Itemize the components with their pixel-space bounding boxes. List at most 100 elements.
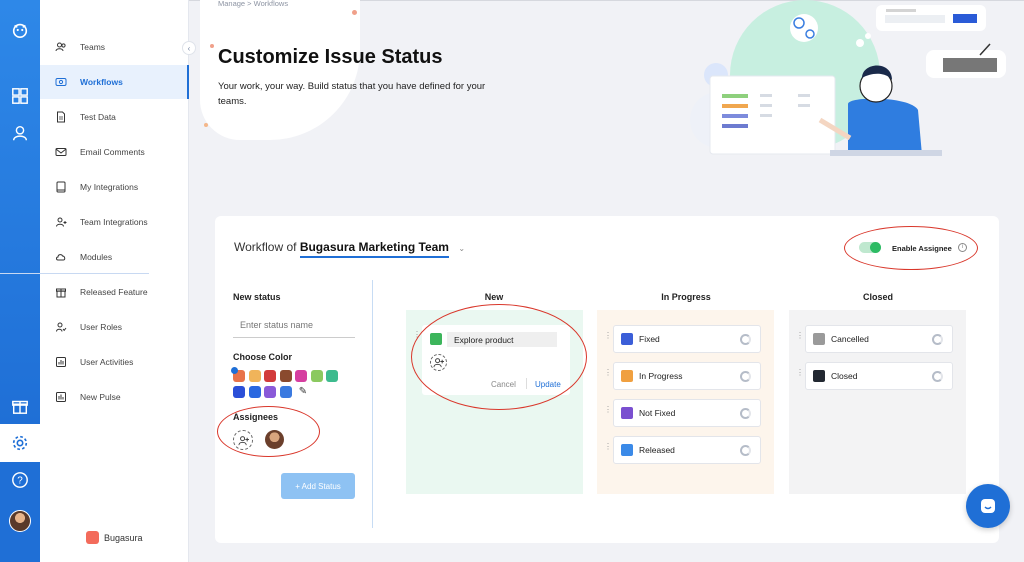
drag-handle-icon[interactable]: ⋮⋮ <box>604 369 619 381</box>
sidebar-item-label: Teams <box>80 42 106 52</box>
sidebar-item-label: Test Data <box>80 112 116 122</box>
document-icon <box>54 110 68 124</box>
decor-dot <box>210 44 214 48</box>
sidebar-item-new-pulse[interactable]: New Pulse <box>40 380 189 414</box>
status-card-in-progress[interactable]: In Progress <box>613 362 761 390</box>
chat-icon <box>981 499 995 513</box>
sidebar-item-user-roles[interactable]: User Roles <box>40 310 189 344</box>
assignee-settings-icon[interactable] <box>740 445 751 456</box>
chat-support-button[interactable] <box>966 484 1010 528</box>
sidebar-item-label: Modules <box>80 252 113 262</box>
status-label: Released <box>639 445 675 455</box>
pulse-icon <box>54 390 68 404</box>
assignee-settings-icon[interactable] <box>932 371 943 382</box>
page-title: Customize Issue Status <box>218 46 443 68</box>
color-swatch[interactable] <box>326 370 338 382</box>
annotation-oval-edit-card <box>411 304 587 410</box>
chart-icon <box>54 355 68 369</box>
status-label: Not Fixed <box>639 408 676 418</box>
status-name-input[interactable] <box>233 312 355 338</box>
status-label: Fixed <box>639 334 660 344</box>
color-swatch[interactable] <box>279 386 292 398</box>
color-swatch[interactable] <box>233 386 245 398</box>
status-color <box>621 370 633 382</box>
decor-dot <box>352 10 357 15</box>
sidebar-item-modules[interactable]: Modules <box>40 240 189 274</box>
icon-rail-top <box>0 0 40 424</box>
status-card-fixed[interactable]: Fixed <box>613 325 761 353</box>
status-color <box>621 407 633 419</box>
status-label: In Progress <box>639 371 683 381</box>
sidebar-item-released-feature[interactable]: Released Feature <box>40 275 189 309</box>
color-swatch[interactable] <box>264 370 276 382</box>
sidebar-item-label: Team Integrations <box>80 217 148 227</box>
sidebar-item-my-integrations[interactable]: My Integrations <box>40 170 189 204</box>
settings-gear-icon[interactable] <box>10 433 30 453</box>
help-icon[interactable]: ? <box>10 470 30 490</box>
assignee-settings-icon[interactable] <box>932 334 943 345</box>
sidebar-item-email-comments[interactable]: Email Comments <box>40 135 189 169</box>
sidebar-item-label: User Roles <box>80 322 123 332</box>
gift-icon[interactable] <box>10 396 30 416</box>
color-swatch[interactable] <box>310 370 323 382</box>
sidebar-item-workflows[interactable]: Workflows <box>40 65 189 99</box>
dashboard-icon[interactable] <box>10 86 30 106</box>
drag-handle-icon[interactable]: ⋮⋮ <box>796 369 811 381</box>
status-card-closed[interactable]: Closed <box>805 362 953 390</box>
sidebar-brand: Bugasura <box>86 531 143 544</box>
status-label: Closed <box>831 371 858 381</box>
status-card-not-fixed[interactable]: Not Fixed <box>613 399 761 427</box>
drag-handle-icon[interactable]: ⋮⋮ <box>604 406 619 418</box>
status-card-cancelled[interactable]: Cancelled <box>805 325 953 353</box>
header-blob <box>200 0 360 140</box>
mail-icon <box>54 145 68 159</box>
assignee-settings-icon[interactable] <box>740 408 751 419</box>
workflow-team-name[interactable]: Bugasura Marketing Team <box>299 240 449 258</box>
column-title-in-progress: In Progress <box>661 292 711 302</box>
assignee-settings-icon[interactable] <box>740 334 751 345</box>
sidebar-item-label: Email Comments <box>80 147 145 157</box>
column-title-closed: Closed <box>862 292 893 302</box>
brand-name: Bugasura <box>104 532 143 543</box>
selected-color-check-icon <box>231 367 238 374</box>
breadcrumb[interactable]: Manage > Workflows <box>218 0 288 8</box>
color-swatch[interactable] <box>248 386 261 398</box>
user-role-icon <box>54 320 68 334</box>
users-icon <box>54 40 68 54</box>
color-swatch[interactable] <box>264 386 276 398</box>
user-icon[interactable] <box>10 123 30 143</box>
sidebar-item-teams[interactable]: Teams <box>40 30 189 64</box>
sidebar-item-label: My Integrations <box>80 182 139 192</box>
decor-dot <box>204 123 208 127</box>
status-card-released[interactable]: Released <box>613 436 761 464</box>
workflow-team-selector[interactable]: Workflow of Bugasura Marketing Team ⌄ <box>234 240 465 258</box>
add-status-button[interactable]: + Add Status <box>281 473 355 499</box>
drag-handle-icon[interactable]: ⋮⋮ <box>796 332 811 344</box>
profile-avatar[interactable] <box>9 510 31 532</box>
workflow-icon <box>54 75 68 89</box>
collapse-sidebar-chevron-icon[interactable]: ‹ <box>182 41 196 55</box>
status-color <box>813 370 825 382</box>
sidebar-item-label: Released Feature <box>80 287 148 297</box>
form-divider <box>372 280 373 528</box>
svg-text:?: ? <box>17 476 23 487</box>
sidebar-item-label: Workflows <box>80 77 123 87</box>
drag-handle-icon[interactable]: ⋮⋮ <box>604 332 619 344</box>
gift-icon <box>54 285 68 299</box>
column-title-new: New <box>484 292 504 302</box>
assignee-settings-icon[interactable] <box>740 371 751 382</box>
color-picker-icon[interactable]: ✎ <box>297 386 309 398</box>
sidebar-item-test-data[interactable]: Test Data <box>40 100 189 134</box>
drag-handle-icon[interactable]: ⋮⋮ <box>604 443 619 455</box>
bugasura-logo-icon[interactable] <box>10 20 30 40</box>
page-subtitle: Your work, your way. Build status that y… <box>218 81 486 107</box>
sidebar-item-label: New Pulse <box>80 392 121 402</box>
book-icon <box>54 180 68 194</box>
chevron-down-icon[interactable]: ⌄ <box>458 244 465 253</box>
color-swatch[interactable] <box>295 370 307 382</box>
sidebar-item-team-integrations[interactable]: Team Integrations <box>40 205 189 239</box>
color-swatch[interactable] <box>279 370 292 382</box>
annotation-oval-enable-assignee <box>844 226 978 270</box>
sidebar-item-user-activities[interactable]: User Activities <box>40 345 189 379</box>
color-swatch[interactable] <box>248 370 261 382</box>
